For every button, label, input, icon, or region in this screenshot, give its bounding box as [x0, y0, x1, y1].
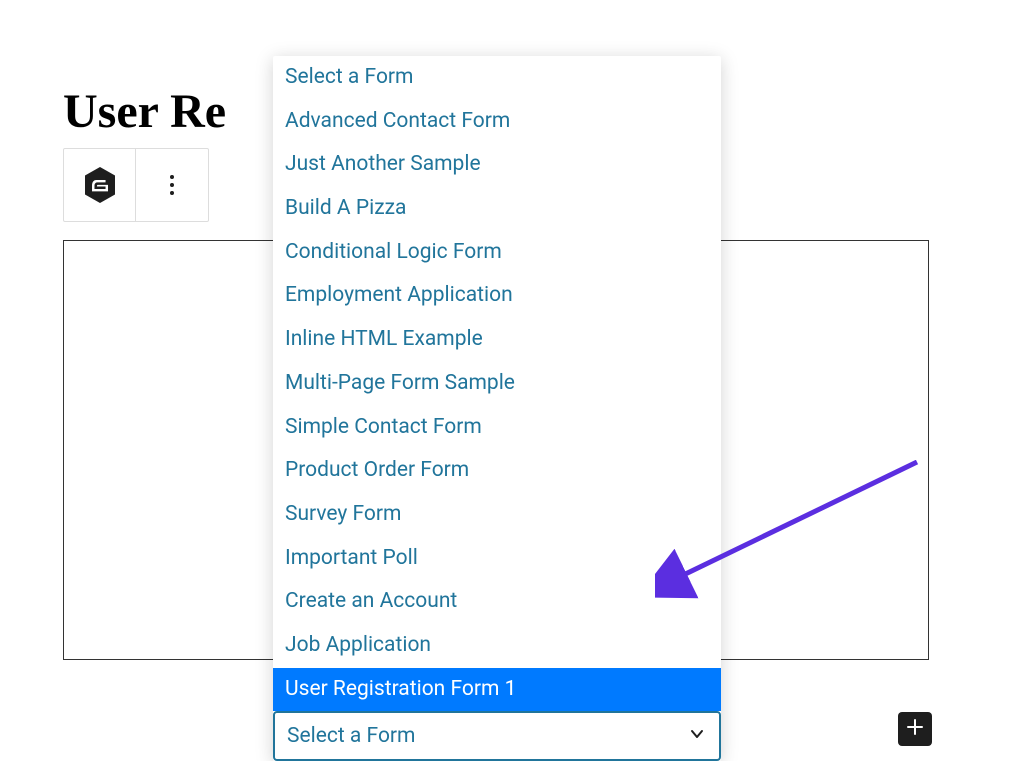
dropdown-option[interactable]: Create an Account	[273, 580, 721, 624]
add-block-button[interactable]	[898, 712, 932, 746]
dropdown-option[interactable]: Inline HTML Example	[273, 318, 721, 362]
dropdown-option[interactable]: Build A Pizza	[273, 187, 721, 231]
more-options-button[interactable]	[136, 149, 208, 221]
plus-icon	[903, 715, 927, 743]
dropdown-option[interactable]: Conditional Logic Form	[273, 231, 721, 275]
dropdown-option[interactable]: Important Poll	[273, 537, 721, 581]
form-select-label: Select a Form	[287, 724, 687, 748]
more-vertical-icon	[170, 175, 174, 195]
dropdown-list: Select a Form Advanced Contact Form Just…	[273, 56, 721, 711]
dropdown-option[interactable]: Simple Contact Form	[273, 406, 721, 450]
dropdown-option[interactable]: Survey Form	[273, 493, 721, 537]
dropdown-option[interactable]: Product Order Form	[273, 449, 721, 493]
dropdown-option[interactable]: Advanced Contact Form	[273, 100, 721, 144]
block-icon-button[interactable]	[64, 149, 136, 221]
form-select[interactable]: Select a Form	[273, 711, 721, 761]
page-title: User Re	[63, 84, 226, 139]
gravity-forms-icon	[83, 166, 117, 204]
block-toolbar	[63, 148, 209, 222]
chevron-down-icon	[687, 724, 707, 748]
dropdown-option[interactable]: Just Another Sample	[273, 143, 721, 187]
form-select-control: Select a Form	[273, 711, 721, 761]
dropdown-option[interactable]: Multi-Page Form Sample	[273, 362, 721, 406]
dropdown-option[interactable]: Job Application	[273, 624, 721, 668]
dropdown-option-highlighted[interactable]: User Registration Form 1	[273, 668, 721, 712]
dropdown-option[interactable]: Select a Form	[273, 56, 721, 100]
dropdown-option[interactable]: Employment Application	[273, 274, 721, 318]
form-select-dropdown: Select a Form Advanced Contact Form Just…	[273, 56, 721, 761]
